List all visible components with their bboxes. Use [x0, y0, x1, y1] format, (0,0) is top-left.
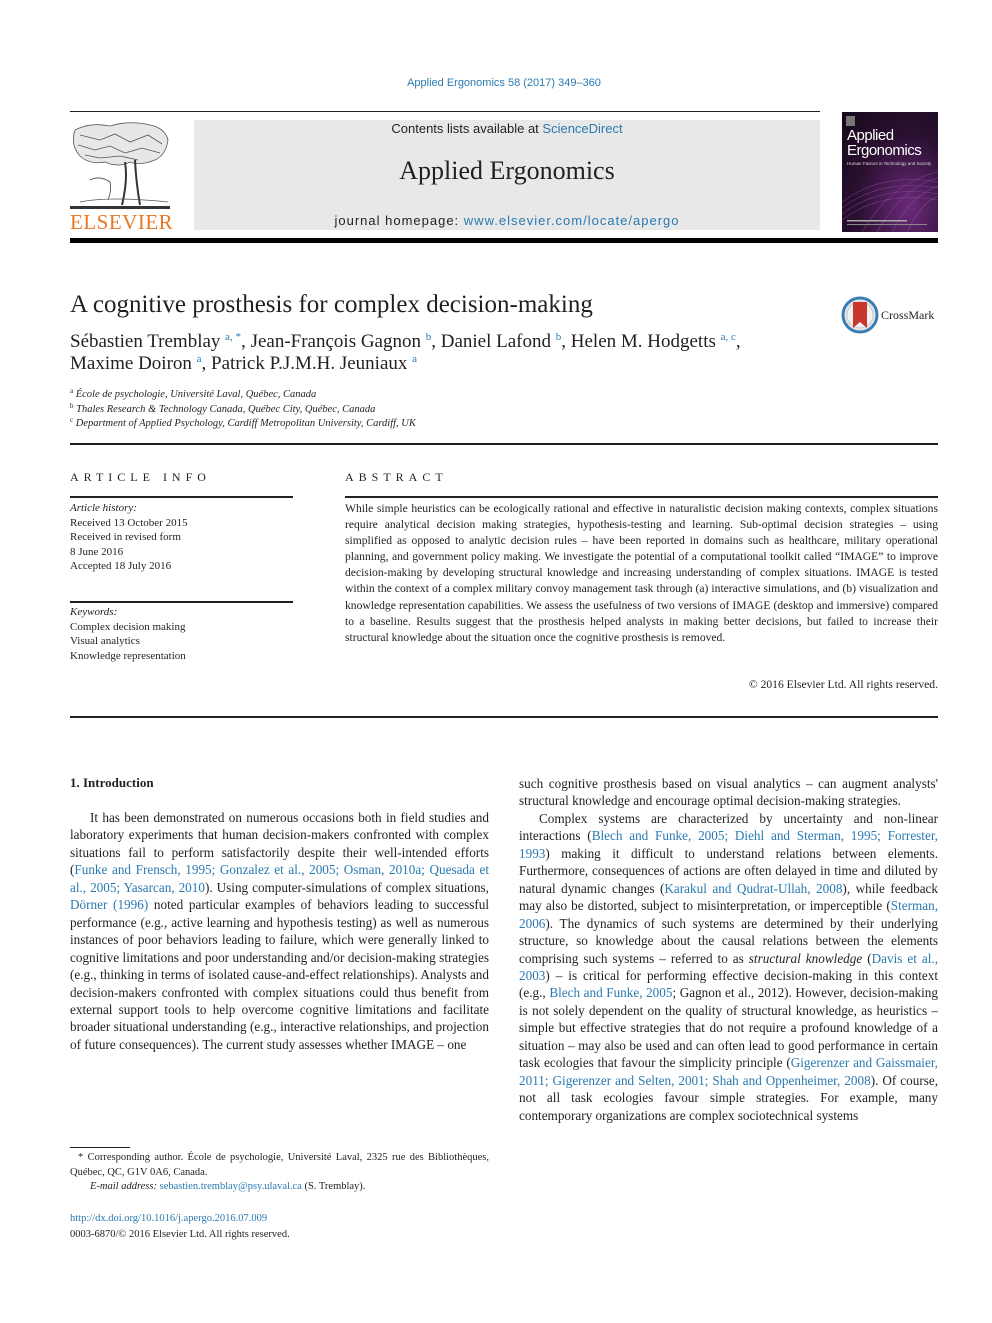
cover-title: Applied Ergonomics — [847, 127, 922, 159]
keyword: Visual analytics — [70, 635, 140, 647]
email-note: E-mail address: sebastien.tremblay@psy.u… — [90, 1181, 366, 1192]
author[interactable]: Daniel Lafond b — [441, 331, 562, 352]
citation-link[interactable]: Blech and Funke, 2005 — [549, 985, 672, 1000]
elsevier-logo-text: ELSEVIER — [70, 210, 174, 234]
issn-copyright: 0003-6870/© 2016 Elsevier Ltd. All right… — [70, 1229, 290, 1240]
homepage-link[interactable]: www.elsevier.com/locate/apergo — [464, 213, 680, 228]
author[interactable]: Jean-François Gagnon b — [251, 331, 432, 352]
citation-link[interactable]: Dörner (1996) — [70, 897, 148, 912]
body-left-column: It has been demonstrated on numerous occ… — [70, 809, 489, 1053]
keywords: Keywords: Complex decision making Visual… — [70, 605, 186, 663]
cover-subtitle: Human Factors in Technology and Society — [847, 161, 932, 166]
keyword: Knowledge representation — [70, 649, 186, 662]
affiliations: a École de psychologie, Université Laval… — [70, 388, 416, 432]
doi-link[interactable]: http://dx.doi.org/10.1016/j.apergo.2016.… — [70, 1211, 290, 1227]
author-list: Sébastien Tremblay a, *, Jean-François G… — [70, 331, 741, 374]
article-info-rule — [70, 496, 293, 498]
footnote-rule — [70, 1147, 130, 1148]
article-info-heading: ARTICLE INFO — [70, 470, 211, 484]
email-link[interactable]: sebastien.tremblay@psy.ulaval.ca — [160, 1181, 302, 1192]
history-item: 8 June 2016 — [70, 545, 124, 558]
email-label: E-mail address: — [90, 1181, 160, 1192]
author-affil-ref[interactable]: a, * — [225, 331, 241, 343]
section-heading-introduction: 1. Introduction — [70, 775, 154, 790]
crossmark-button[interactable]: CrossMark — [841, 296, 941, 334]
emphasis: structural knowledge — [748, 950, 863, 966]
keywords-label: Keywords: — [70, 606, 118, 618]
author[interactable]: Maxime Doiron a — [70, 353, 202, 374]
corresponding-author-note: * Corresponding author. École de psychol… — [70, 1152, 489, 1178]
abstract-rule — [345, 496, 938, 498]
citation-link[interactable]: Karakul and Qudrat-Ullah, 2008 — [664, 881, 842, 896]
affiliation: b Thales Research & Technology Canada, Q… — [70, 401, 376, 415]
crossmark-label: CrossMark — [881, 308, 935, 322]
footnotes: * Corresponding author. École de psychol… — [70, 1151, 489, 1195]
intro-paragraph-1: It has been demonstrated on numerous occ… — [70, 810, 489, 1052]
keyword: Complex decision making — [70, 620, 186, 633]
intro-paragraph-1-cont: such cognitive prosthesis based on visua… — [519, 776, 938, 809]
header-bottom-rule — [70, 238, 938, 243]
history-item: Accepted 18 July 2016 — [70, 560, 172, 572]
crossmark-icon — [841, 296, 879, 334]
header-top-rule — [70, 111, 820, 112]
author[interactable]: Helen M. Hodgetts a, c — [571, 331, 736, 352]
abstract-bottom-rule — [70, 716, 938, 718]
title-block-rule — [70, 443, 938, 445]
history-item: Received in revised form — [70, 531, 181, 543]
article-title: A cognitive prosthesis for complex decis… — [70, 291, 593, 318]
abstract-copyright: © 2016 Elsevier Ltd. All rights reserved… — [748, 678, 938, 691]
sciencedirect-link[interactable]: ScienceDirect — [542, 121, 622, 136]
journal-homepage-line: journal homepage: www.elsevier.com/locat… — [194, 213, 820, 228]
article-history: Article history: Received 13 October 201… — [70, 501, 188, 574]
journal-cover-image[interactable]: Applied Ergonomics Human Factors in Tech… — [842, 112, 938, 232]
cover-title-line2: Ergonomics — [847, 142, 922, 159]
article-history-label: Article history: — [70, 502, 137, 514]
abstract-heading: ABSTRACT — [345, 470, 448, 484]
cover-title-line1: Applied — [847, 127, 894, 144]
journal-citation[interactable]: Applied Ergonomics 58 (2017) 349–360 — [0, 77, 992, 89]
body-right-column: such cognitive prosthesis based on visua… — [519, 775, 938, 1124]
abstract-text: While simple heuristics can be ecologica… — [345, 502, 938, 644]
keywords-rule — [70, 601, 293, 603]
contents-prefix: Contents lists available at — [391, 121, 543, 136]
author-affil-ref[interactable]: a, c — [721, 331, 736, 343]
contents-line: Contents lists available at ScienceDirec… — [194, 121, 820, 136]
elsevier-tree-logo — [70, 120, 170, 212]
affiliation: a École de psychologie, Université Laval… — [70, 387, 317, 401]
author-affil-ref[interactable]: a — [412, 353, 417, 365]
intro-paragraph-2: Complex systems are characterized by unc… — [519, 810, 939, 1123]
affiliation: c Department of Applied Psychology, Card… — [70, 416, 416, 430]
history-item: Received 13 October 2015 — [70, 516, 188, 529]
author[interactable]: Sébastien Tremblay a, * — [70, 331, 241, 352]
doi-block: http://dx.doi.org/10.1016/j.apergo.2016.… — [70, 1211, 290, 1243]
journal-name: Applied Ergonomics — [399, 156, 615, 185]
homepage-prefix: journal homepage: — [334, 213, 464, 228]
author[interactable]: Patrick P.J.M.H. Jeuniaux a — [211, 353, 417, 374]
